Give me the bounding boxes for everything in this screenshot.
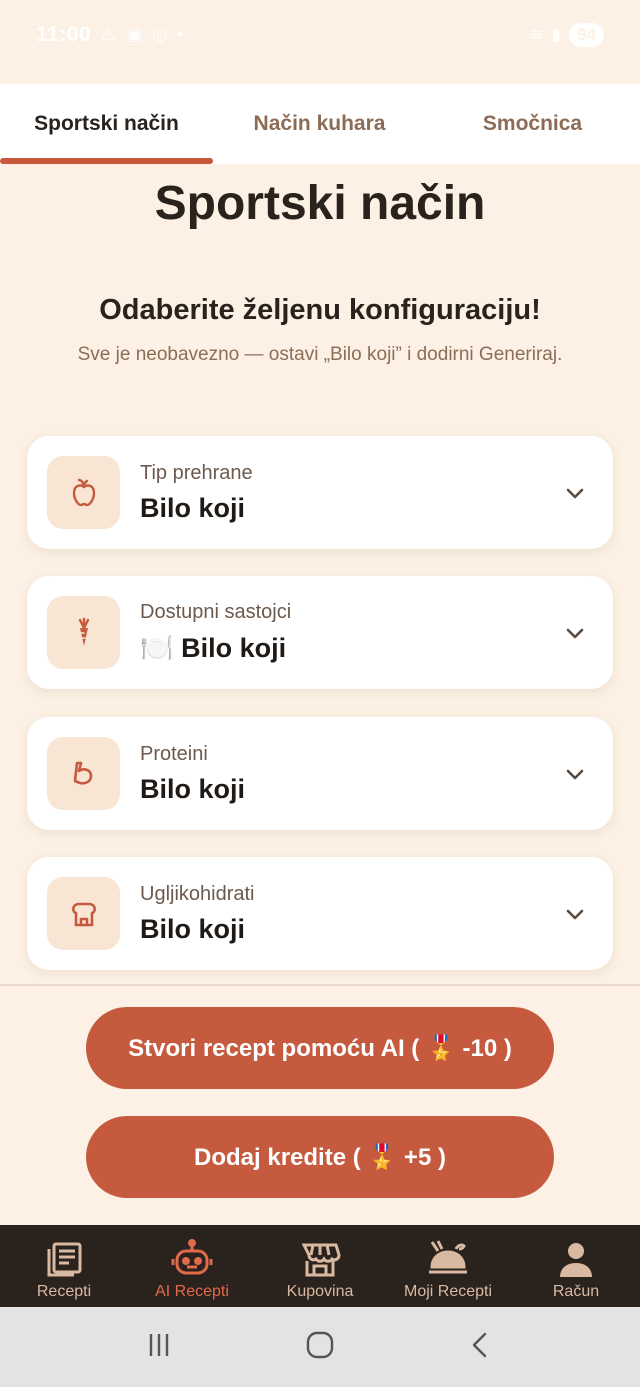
back-button[interactable] bbox=[466, 1330, 496, 1365]
page-title: Sportski način bbox=[154, 177, 486, 230]
card-value: Bilo koji bbox=[140, 773, 246, 804]
screenshot-icon: ▣ bbox=[126, 25, 143, 44]
mode-tabs: Sportski način Način kuhara Smočnica bbox=[0, 84, 640, 164]
plate-emoji: 🍽️ bbox=[140, 633, 174, 663]
status-time: 11:00 bbox=[36, 23, 92, 46]
home-button[interactable] bbox=[303, 1328, 337, 1367]
nav-label: Račun bbox=[552, 1283, 600, 1300]
nav-label: Moji Recepti bbox=[403, 1283, 493, 1300]
chevron-down-icon bbox=[565, 486, 585, 500]
chevron-down-icon bbox=[565, 767, 585, 781]
back-icon bbox=[472, 1332, 486, 1357]
add-credits-button[interactable]: Dodaj kredite ( 🎖️ +5 ) bbox=[86, 1116, 554, 1198]
card-value: Bilo koji bbox=[140, 492, 246, 523]
divider bbox=[0, 984, 640, 986]
nav-item-kupovina[interactable]: Kupovina bbox=[256, 1225, 384, 1307]
tab-sportski-nacin[interactable]: Sportski način bbox=[0, 84, 213, 164]
nav-label: Recepti bbox=[36, 1283, 92, 1300]
carrot-icon bbox=[47, 596, 120, 669]
select-tip-prehrane[interactable]: Tip prehrane Bilo koji bbox=[27, 436, 613, 549]
battery-indicator: 94 bbox=[569, 23, 604, 47]
config-subtitle: Odaberite željenu konfiguraciju! bbox=[99, 294, 541, 326]
recipes-icon bbox=[47, 1242, 82, 1277]
apple-icon bbox=[47, 456, 120, 529]
card-label: Dostupni sastojci bbox=[140, 601, 292, 623]
tab-smocnica[interactable]: Smočnica bbox=[426, 84, 639, 164]
recent-apps-icon bbox=[150, 1333, 169, 1356]
dish-icon bbox=[429, 1240, 467, 1274]
select-proteini[interactable]: Proteini Bilo koji bbox=[27, 717, 613, 830]
nav-label: AI Recepti bbox=[155, 1283, 229, 1300]
nav-item-ai-recepti[interactable]: AI Recepti bbox=[128, 1225, 256, 1307]
warning-icon: ⚠ bbox=[101, 25, 117, 44]
instagram-icon: ◎ bbox=[152, 25, 168, 44]
card-label: Tip prehrane bbox=[140, 461, 253, 484]
signal-icon: ▮ bbox=[551, 25, 562, 44]
muscle-icon bbox=[47, 737, 120, 810]
chevron-down-icon bbox=[565, 907, 585, 921]
nav-item-recepti[interactable]: Recepti bbox=[0, 1225, 128, 1307]
recent-apps-button[interactable] bbox=[144, 1330, 174, 1365]
nav-item-racun[interactable]: Račun bbox=[512, 1225, 640, 1307]
wifi-icon: ≋ bbox=[529, 25, 544, 44]
account-icon bbox=[560, 1243, 592, 1277]
bottom-nav: Recepti AI Recepti Kupovina Moji Recepti… bbox=[0, 1225, 640, 1307]
config-hint: Sve je neobavezno — ostavi „Bilo koji” i… bbox=[77, 344, 563, 365]
card-value: Bilo koji bbox=[140, 913, 246, 944]
home-icon bbox=[306, 1331, 334, 1358]
card-value-text: Bilo koji bbox=[181, 633, 287, 663]
robot-icon bbox=[171, 1239, 213, 1275]
generate-recipe-button[interactable]: Stvori recept pomoću AI ( 🎖️ -10 ) bbox=[86, 1007, 554, 1089]
card-value: 🍽️ Bilo koji bbox=[140, 632, 291, 664]
store-icon bbox=[301, 1243, 341, 1277]
nav-item-moji-recepti[interactable]: Moji Recepti bbox=[384, 1225, 512, 1307]
bread-icon bbox=[47, 877, 120, 950]
dot-icon: • bbox=[177, 25, 184, 44]
card-label: Proteini bbox=[140, 742, 208, 765]
chevron-down-icon bbox=[565, 626, 585, 640]
system-nav-bar bbox=[0, 1307, 640, 1387]
tab-nacin-kuhara[interactable]: Način kuhara bbox=[213, 84, 426, 164]
card-label: Ugljikohidrati bbox=[140, 882, 255, 905]
select-ugljikohidrati[interactable]: Ugljikohidrati Bilo koji bbox=[27, 857, 613, 970]
nav-label: Kupovina bbox=[286, 1283, 354, 1300]
status-bar: 11:00 ⚠ ▣ ◎ • ≋ ▮ 94 bbox=[0, 0, 640, 70]
select-dostupni-sastojci[interactable]: Dostupni sastojci 🍽️ Bilo koji bbox=[27, 576, 613, 689]
